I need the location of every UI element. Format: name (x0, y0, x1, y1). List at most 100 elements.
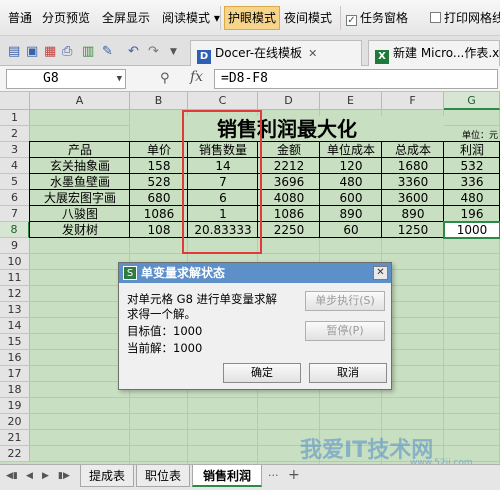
prev-sheet-icon[interactable]: ◀ (26, 471, 33, 481)
table-cell[interactable]: 3360 (382, 174, 444, 190)
row-header[interactable]: 17 (0, 366, 30, 382)
table-cell[interactable]: 八骏图 (30, 206, 130, 222)
reading-mode-button[interactable]: 阅读模式 ▾ (162, 8, 220, 28)
column-header[interactable]: A (30, 92, 130, 110)
row-header[interactable]: 4 (0, 158, 30, 174)
table-header-cell[interactable]: 金额 (258, 142, 320, 158)
ok-button[interactable]: 确定 (223, 363, 301, 383)
undo-icon[interactable]: ↶ (128, 44, 139, 59)
table-cell[interactable]: 120 (320, 158, 382, 174)
table-header-cell[interactable]: 利润 (444, 142, 500, 158)
row-header[interactable]: 6 (0, 190, 30, 206)
more-sheets-icon[interactable]: ··· (268, 469, 279, 482)
row-header[interactable]: 9 (0, 238, 30, 254)
row-header[interactable]: 18 (0, 382, 30, 398)
table-cell[interactable]: 680 (130, 190, 188, 206)
row-header[interactable]: 3 (0, 142, 30, 158)
column-header[interactable]: B (130, 92, 188, 110)
table-cell[interactable]: 1086 (258, 206, 320, 222)
sheet-tab-positions[interactable]: 职位表 (136, 465, 190, 487)
table-cell[interactable]: 2250 (258, 222, 320, 238)
table-cell[interactable]: 大展宏图字画 (30, 190, 130, 206)
active-cell-g8[interactable]: 1000 (443, 221, 500, 239)
first-sheet-icon[interactable]: ◀▮ (6, 471, 18, 481)
row-header[interactable]: 15 (0, 334, 30, 350)
table-cell[interactable]: 528 (130, 174, 188, 190)
close-icon[interactable]: ✕ (308, 47, 317, 60)
fullscreen-button[interactable]: 全屏显示 (102, 8, 150, 28)
table-cell[interactable]: 600 (320, 190, 382, 206)
formula-input[interactable]: =D8-F8 (214, 69, 498, 89)
row-header[interactable]: 13 (0, 302, 30, 318)
column-header[interactable]: F (382, 92, 444, 110)
row-header[interactable]: 11 (0, 270, 30, 286)
last-sheet-icon[interactable]: ▮▶ (58, 471, 70, 481)
next-sheet-icon[interactable]: ▶ (42, 471, 49, 481)
table-cell[interactable]: 60 (320, 222, 382, 238)
select-all-corner[interactable] (0, 92, 30, 110)
row-header[interactable]: 10 (0, 254, 30, 270)
table-header-cell[interactable]: 单价 (130, 142, 188, 158)
save-icon[interactable]: ▣ (26, 44, 38, 59)
table-cell[interactable]: 480 (444, 190, 500, 206)
table-cell[interactable]: 4080 (258, 190, 320, 206)
add-sheet-icon[interactable]: + (288, 467, 300, 483)
row-header[interactable]: 8 (0, 222, 30, 238)
row-header[interactable]: 12 (0, 286, 30, 302)
cancel-button[interactable]: 取消 (309, 363, 387, 383)
table-cell[interactable]: 3600 (382, 190, 444, 206)
format-painter-icon[interactable]: ✎ (102, 44, 113, 59)
column-header[interactable]: D (258, 92, 320, 110)
row-header[interactable]: 19 (0, 398, 30, 414)
table-cell[interactable]: 1086 (130, 206, 188, 222)
column-header[interactable]: E (320, 92, 382, 110)
page-break-preview-button[interactable]: 分页预览 (42, 8, 90, 28)
sheet-tab-commission[interactable]: 提成表 (80, 465, 134, 487)
chevron-down-icon[interactable]: ▼ (117, 70, 122, 88)
print-gridlines-checkbox[interactable]: 打印网格线 (430, 8, 500, 28)
row-header[interactable]: 1 (0, 110, 30, 126)
row-header[interactable]: 16 (0, 350, 30, 366)
table-header-cell[interactable]: 产品 (30, 142, 130, 158)
folder-icon[interactable]: ▤ (8, 44, 20, 59)
row-header[interactable]: 7 (0, 206, 30, 222)
table-cell[interactable]: 532 (444, 158, 500, 174)
column-header[interactable]: G (444, 92, 500, 110)
row-header[interactable]: 2 (0, 126, 30, 142)
row-header[interactable]: 14 (0, 318, 30, 334)
table-header-cell[interactable]: 单位成本 (320, 142, 382, 158)
pause-button[interactable]: 暂停(P) (305, 321, 385, 341)
table-cell[interactable]: 水墨鱼壁画 (30, 174, 130, 190)
row-header[interactable]: 20 (0, 414, 30, 430)
table-cell[interactable]: 1250 (382, 222, 444, 238)
print-icon[interactable]: ⎙ (62, 44, 72, 59)
chevron-down-icon[interactable]: ▼ (170, 47, 177, 57)
table-header-cell[interactable]: 总成本 (382, 142, 444, 158)
table-cell[interactable]: 336 (444, 174, 500, 190)
table-cell[interactable]: 发财树 (30, 222, 130, 238)
row-header[interactable]: 22 (0, 446, 30, 462)
table-cell[interactable]: 玄关抽象画 (30, 158, 130, 174)
normal-view-button[interactable]: 普通 (8, 8, 32, 28)
row-header[interactable]: 5 (0, 174, 30, 190)
table-cell[interactable]: 480 (320, 174, 382, 190)
magnifier-icon[interactable]: ⚲ (160, 71, 170, 86)
table-cell[interactable]: 1680 (382, 158, 444, 174)
sheet-tab-sales-profit[interactable]: 销售利润 (192, 465, 262, 487)
table-cell[interactable]: 890 (382, 206, 444, 222)
table-cell[interactable]: 158 (130, 158, 188, 174)
step-button[interactable]: 单步执行(S) (305, 291, 385, 311)
table-cell[interactable]: 2212 (258, 158, 320, 174)
close-icon[interactable]: ✕ (373, 266, 388, 280)
redo-icon[interactable]: ↷ (148, 44, 159, 59)
eye-protection-mode-button[interactable]: 护眼模式 (224, 6, 281, 30)
tab-new-workbook[interactable]: X 新建 Micro...作表.x (368, 40, 500, 66)
table-cell[interactable]: 890 (320, 206, 382, 222)
tab-docer-templates[interactable]: D Docer-在线模板 ✕ (190, 40, 362, 66)
fx-icon[interactable]: fx (190, 69, 203, 85)
print-preview-icon[interactable]: ▥ (82, 44, 94, 59)
name-box[interactable]: G8 ▼ (6, 69, 126, 89)
column-header[interactable]: C (188, 92, 258, 110)
table-cell[interactable]: 108 (130, 222, 188, 238)
pdf-export-icon[interactable]: ▦ (44, 44, 56, 59)
